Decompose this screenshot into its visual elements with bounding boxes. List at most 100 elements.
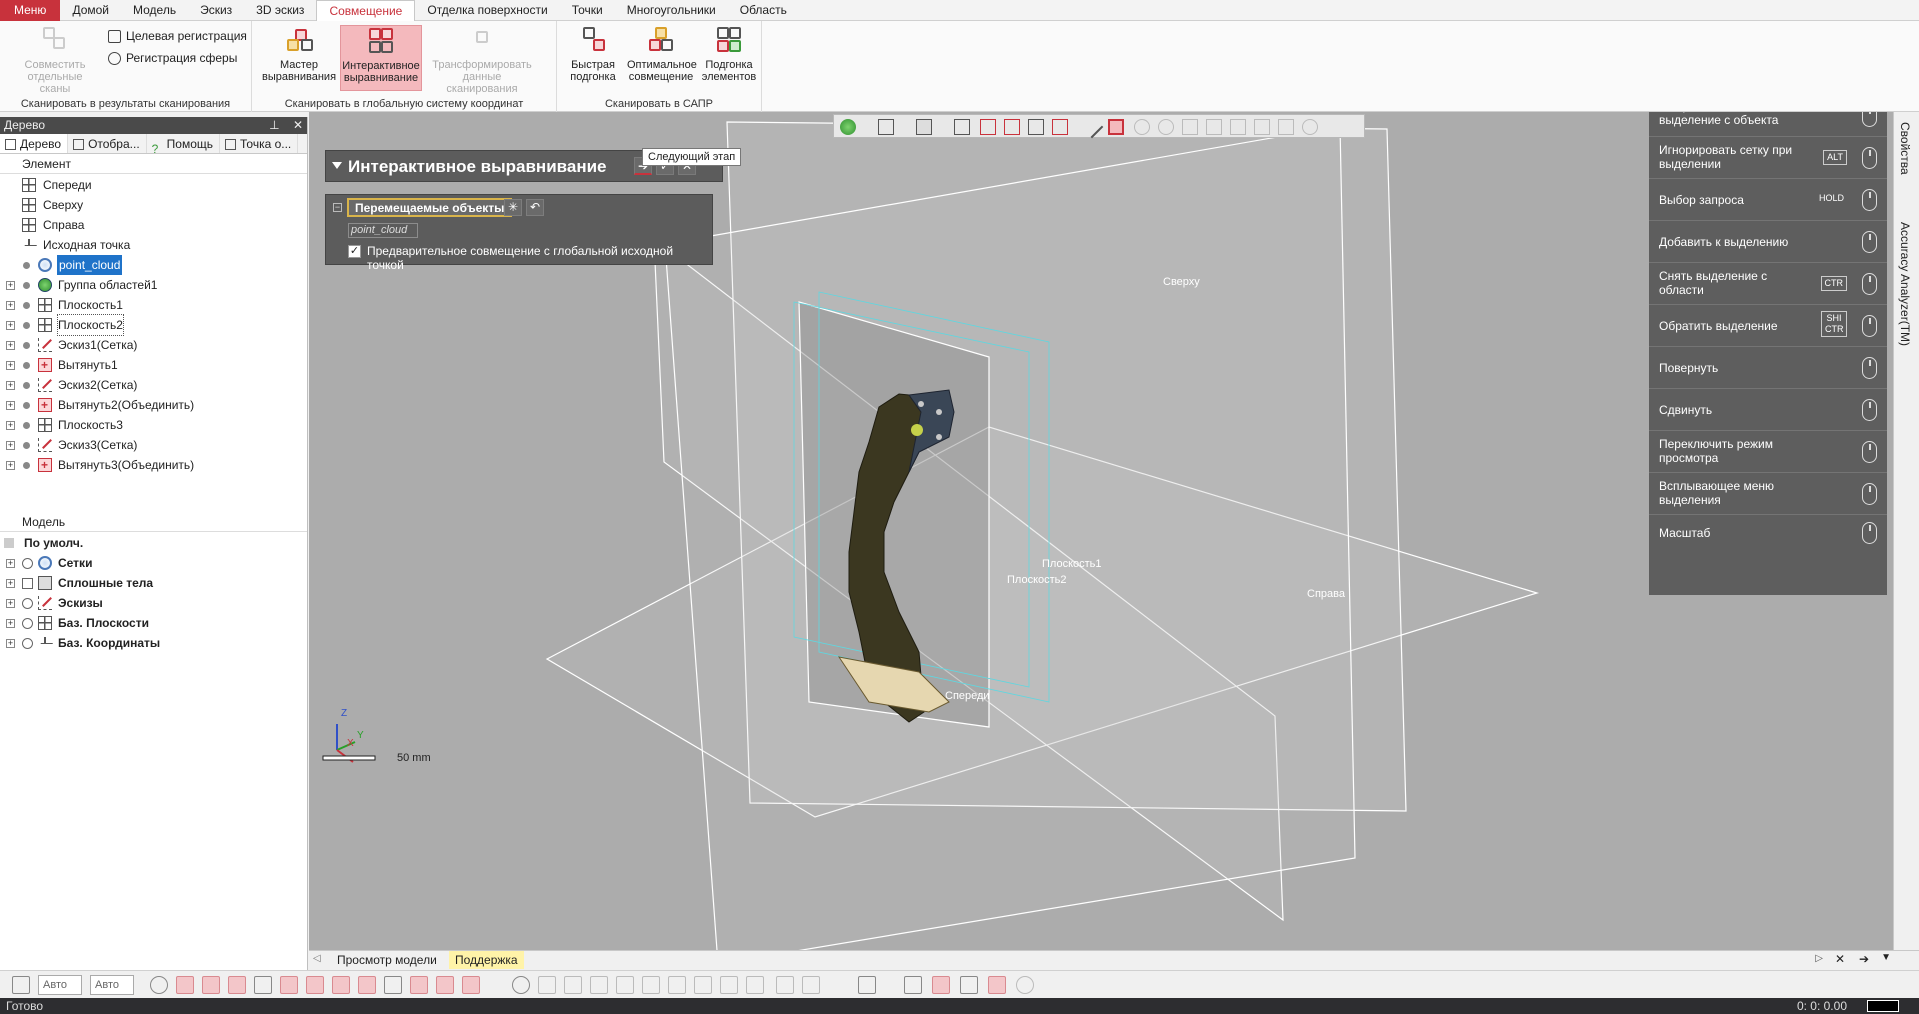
auto-combo-1[interactable]: Авто — [38, 975, 82, 995]
close-tab-icon[interactable]: ✕ — [1835, 952, 1845, 966]
next-icon[interactable]: ➔ — [1859, 952, 1869, 966]
quick-fit-button[interactable]: Быстрая подгонка — [559, 25, 627, 91]
tab-viewpoint[interactable]: Точка о... — [220, 134, 299, 153]
eye-icon[interactable] — [22, 598, 33, 609]
tab-alignment[interactable]: Совмещение — [316, 0, 416, 22]
3d-viewport[interactable]: Сверху Справа Спереди Плоскость1 Плоскос… — [309, 112, 1893, 950]
tree-item-right[interactable]: Справа — [0, 215, 307, 235]
view-shade-icon[interactable] — [916, 119, 932, 135]
tab-3d-sketch[interactable]: 3D эскиз — [244, 0, 316, 21]
target-registration-button[interactable]: Целевая регистрация — [106, 27, 247, 45]
interactive-alignment-button[interactable]: Интерактивное выравнивание — [340, 25, 422, 91]
expand-icon[interactable]: + — [6, 281, 15, 290]
auto-combo-2[interactable]: Авто — [90, 975, 134, 995]
circle-select-icon[interactable] — [1134, 119, 1150, 135]
filter-mesh-icon[interactable] — [176, 976, 194, 994]
select-mode-10-icon[interactable] — [746, 976, 764, 994]
tab-model[interactable]: Модель — [121, 0, 188, 21]
coordinate-icon[interactable] — [960, 976, 978, 994]
tab-region[interactable]: Область — [728, 0, 799, 21]
model-item-ref-planes[interactable]: + Баз. Плоскости — [0, 613, 307, 633]
tree-item-extrude1[interactable]: + Вытянуть1 — [0, 355, 307, 375]
select-mode-5-icon[interactable] — [616, 976, 634, 994]
collapse-icon[interactable]: − — [333, 203, 342, 212]
fit-view-icon[interactable] — [12, 976, 30, 994]
brush-select-icon[interactable] — [1230, 119, 1246, 135]
expand-icon[interactable]: + — [6, 599, 15, 608]
filter-curve-icon[interactable] — [306, 976, 324, 994]
visibility-dot[interactable] — [23, 382, 30, 389]
paint-select-icon[interactable] — [1206, 119, 1222, 135]
visibility-dot[interactable] — [23, 262, 30, 269]
tab-sketch[interactable]: Эскиз — [188, 0, 244, 21]
view-front-icon[interactable] — [954, 119, 970, 135]
expand-icon[interactable]: + — [6, 461, 15, 470]
filter-region-icon[interactable] — [228, 976, 246, 994]
visibility-dot[interactable] — [23, 462, 30, 469]
checkbox-icon[interactable] — [22, 578, 33, 589]
scroll-right-icon[interactable]: ▷ — [1815, 953, 1823, 964]
view-globe-icon[interactable] — [840, 119, 856, 135]
select-mode-12-icon[interactable] — [802, 976, 820, 994]
filter-plane-icon[interactable] — [384, 976, 402, 994]
scroll-left-icon[interactable]: ◁ — [313, 953, 321, 964]
model-item-solids[interactable]: + Сплошные тела — [0, 573, 307, 593]
tab-points[interactable]: Точки — [560, 0, 615, 21]
tree-item-plane1[interactable]: + Плоскость1 — [0, 295, 307, 315]
filter-face-icon[interactable] — [436, 976, 454, 994]
model-item-default[interactable]: По умолч. — [0, 533, 307, 553]
model-item-meshes[interactable]: + Сетки — [0, 553, 307, 573]
tab-accuracy-analyzer[interactable]: Accuracy Analyzer(TM) — [1898, 222, 1912, 346]
select-mode-6-icon[interactable] — [642, 976, 660, 994]
close-icon[interactable]: ✕ — [293, 118, 303, 132]
feature-fit-button[interactable]: Подгонка элементов — [695, 25, 763, 91]
tree-item-plane2[interactable]: + Плоскость2 — [0, 314, 307, 336]
moving-objects-button[interactable]: Перемещаемые объекты — [347, 198, 513, 217]
visibility-dot[interactable] — [23, 442, 30, 449]
tree-item-origin[interactable]: Исходная точка — [0, 235, 307, 255]
tab-surface-finish[interactable]: Отделка поверхности — [415, 0, 559, 21]
visibility-dot[interactable] — [23, 422, 30, 429]
select-mode-2-icon[interactable] — [538, 976, 556, 994]
expand-icon[interactable]: + — [6, 579, 15, 588]
collapse-triangle-icon[interactable] — [332, 162, 342, 169]
flood-select-icon[interactable] — [1254, 119, 1270, 135]
alignment-wizard-button[interactable]: Мастер выравнивания — [258, 25, 340, 91]
tab-menu[interactable]: Меню — [0, 0, 61, 21]
visibility-dot[interactable] — [23, 322, 30, 329]
filter-point-icon[interactable] — [332, 976, 350, 994]
tree-item-extrude3[interactable]: + Вытянуть3(Объединить) — [0, 455, 307, 475]
filter-line-icon[interactable] — [358, 976, 376, 994]
visibility-dot[interactable] — [23, 402, 30, 409]
expand-icon[interactable]: + — [6, 301, 15, 310]
select-mode-9-icon[interactable] — [720, 976, 738, 994]
view-back-icon[interactable] — [980, 119, 996, 135]
tree-item-sketch1[interactable]: + Эскиз1(Сетка) — [0, 335, 307, 355]
filter-eye-icon[interactable] — [150, 976, 168, 994]
eye-icon[interactable] — [22, 558, 33, 569]
pre-align-checkbox[interactable]: ✓ — [348, 245, 361, 258]
combine-scans-button[interactable]: Совместить отдельные сканы — [14, 25, 96, 95]
expand-icon[interactable]: + — [6, 441, 15, 450]
expand-icon[interactable]: + — [6, 381, 15, 390]
tab-support[interactable]: Поддержка — [449, 951, 524, 969]
filter-body-icon[interactable] — [410, 976, 428, 994]
visibility-dot[interactable] — [23, 282, 30, 289]
freeform-select-icon[interactable] — [1182, 119, 1198, 135]
tab-polygons[interactable]: Многоугольники — [615, 0, 728, 21]
expand-icon[interactable]: + — [6, 619, 15, 628]
tree-item-top[interactable]: Сверху — [0, 195, 307, 215]
copy-icon[interactable] — [858, 976, 876, 994]
tab-properties[interactable]: Свойства — [1898, 122, 1912, 175]
eye-select-icon[interactable] — [1302, 119, 1318, 135]
tree-item-extrude2[interactable]: + Вытянуть2(Объединить) — [0, 395, 307, 415]
expand-icon[interactable]: + — [6, 361, 15, 370]
expand-icon[interactable]: + — [6, 401, 15, 410]
view-cube-icon[interactable] — [878, 119, 894, 135]
select-mode-11-icon[interactable] — [776, 976, 794, 994]
dropdown-icon[interactable]: ▼ — [1881, 952, 1891, 963]
select-all-button[interactable]: ✳ — [504, 199, 522, 216]
view-right-icon[interactable] — [1028, 119, 1044, 135]
filter-surface-icon[interactable] — [254, 976, 272, 994]
tab-model-view[interactable]: Просмотр модели — [331, 951, 443, 969]
